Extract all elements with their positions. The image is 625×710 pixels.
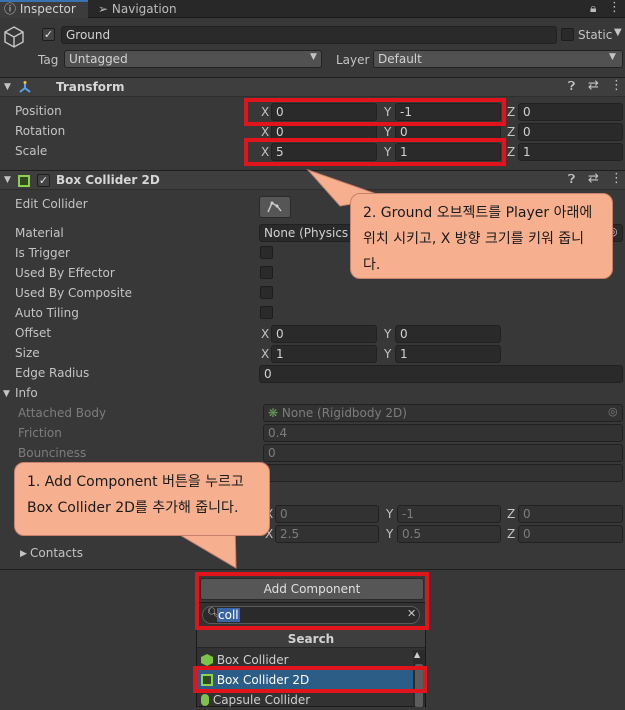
- foldout-arrow-icon[interactable]: ▼: [4, 82, 11, 92]
- lock-icon[interactable]: 🔒︎: [590, 1, 596, 16]
- more-menu-icon[interactable]: ⋮: [608, 0, 621, 15]
- used-by-composite-checkbox[interactable]: [260, 286, 273, 299]
- used-by-effector-checkbox[interactable]: [260, 266, 273, 279]
- is-trigger-label: Is Trigger: [15, 246, 70, 260]
- highlight-position: [244, 98, 506, 126]
- offset-x-field[interactable]: 0: [271, 325, 377, 343]
- tag-label: Tag: [38, 53, 59, 67]
- search-header: Search: [197, 630, 425, 648]
- object-picker-icon: ◎: [608, 405, 618, 418]
- layer-label: Layer: [336, 53, 370, 67]
- scale-z-field[interactable]: 1: [518, 143, 623, 161]
- highlight-add-component: [195, 572, 429, 630]
- auto-tiling-checkbox[interactable]: [260, 306, 273, 319]
- more-menu-icon[interactable]: ⋮: [610, 78, 623, 93]
- size-label: Size: [15, 346, 40, 360]
- box-collider-title: Box Collider 2D: [56, 173, 160, 187]
- tab-inspector[interactable]: ⓘ Inspector: [0, 0, 88, 18]
- bounciness-label: Bounciness: [18, 446, 87, 460]
- rigidbody-icon: ❋: [268, 406, 279, 420]
- gameobject-name-field[interactable]: Ground: [61, 26, 557, 44]
- edge-radius-label: Edge Radius: [15, 366, 90, 380]
- position-z-field[interactable]: 0: [518, 103, 623, 121]
- box-collider-3d-icon: [201, 654, 213, 666]
- active-checkbox[interactable]: ✓: [42, 28, 55, 41]
- edge-radius-field[interactable]: 0: [259, 365, 623, 383]
- bounds-row2-z-field: 0: [518, 525, 623, 543]
- used-by-effector-label: Used By Effector: [15, 266, 115, 280]
- capsule-collider-icon: [201, 694, 209, 706]
- more-menu-icon[interactable]: ⋮: [610, 171, 623, 186]
- friction-label: Friction: [18, 426, 62, 440]
- callout-2: 2. Ground 오브젝트를 Player 아래에 위치 시키고, X 방향 …: [350, 193, 613, 279]
- navigation-icon: ➢: [98, 2, 109, 16]
- foldout-arrow-right-icon[interactable]: ▶: [20, 549, 27, 559]
- attached-body-label: Attached Body: [18, 406, 107, 420]
- scale-label: Scale: [15, 144, 48, 158]
- rotation-label: Rotation: [15, 124, 66, 138]
- preset-icon[interactable]: ⇄: [588, 78, 599, 93]
- cube-icon: [2, 24, 26, 50]
- size-y-field[interactable]: 1: [395, 345, 501, 363]
- bounds-row2-x-field: 2.5: [275, 525, 379, 543]
- chevron-down-icon[interactable]: ▼: [614, 27, 622, 38]
- info-field: [263, 464, 623, 482]
- foldout-arrow-icon[interactable]: ▼: [4, 175, 11, 185]
- preset-icon[interactable]: ⇄: [588, 171, 599, 186]
- friction-field: 0.4: [263, 424, 623, 442]
- result-capsule-collider[interactable]: Capsule Collider: [197, 690, 413, 710]
- tab-navigation[interactable]: ➢ Navigation: [94, 0, 194, 18]
- chevron-down-icon: ▼: [310, 52, 317, 62]
- help-icon[interactable]: ❓︎: [568, 172, 575, 187]
- highlight-scale: [244, 138, 506, 166]
- size-x-field[interactable]: 1: [271, 345, 377, 363]
- box-collider-enabled-checkbox[interactable]: ✓: [37, 174, 50, 187]
- transform-title: Transform: [56, 80, 125, 94]
- bounciness-field: 0: [263, 444, 623, 462]
- used-by-composite-label: Used By Composite: [15, 286, 133, 300]
- callout-1: 1. Add Component 버튼을 누르고 Box Collider 2D…: [14, 462, 270, 536]
- bounds-row1-z-field: 0: [518, 505, 623, 523]
- bounds-row1-y-field: -1: [397, 505, 501, 523]
- static-label: Static: [578, 28, 613, 42]
- static-checkbox[interactable]: [561, 28, 574, 41]
- rotation-z-field[interactable]: 0: [518, 123, 623, 141]
- edit-collider-label: Edit Collider: [15, 197, 88, 211]
- layer-dropdown[interactable]: Default: [373, 50, 623, 68]
- info-label[interactable]: Info: [15, 386, 38, 400]
- edit-collider-button[interactable]: [259, 196, 291, 218]
- help-icon[interactable]: ❓︎: [568, 79, 575, 94]
- highlight-box-collider-2d: [193, 666, 427, 693]
- chevron-down-icon: ▼: [609, 52, 616, 62]
- divider: [0, 569, 625, 570]
- material-label: Material: [15, 226, 64, 240]
- edit-collider-icon: [267, 201, 282, 213]
- tag-dropdown[interactable]: Untagged: [64, 50, 322, 68]
- bounds-row1-x-field: 0: [275, 505, 379, 523]
- offset-y-field[interactable]: 0: [395, 325, 501, 343]
- position-label: Position: [15, 104, 62, 118]
- is-trigger-checkbox[interactable]: [260, 246, 273, 259]
- foldout-arrow-icon[interactable]: ▼: [3, 389, 10, 399]
- contacts-label[interactable]: Contacts: [30, 546, 83, 560]
- box-collider-icon: [18, 175, 30, 187]
- attached-body-field: ❋ None (Rigidbody 2D): [263, 404, 623, 422]
- info-icon: ⓘ: [4, 2, 17, 16]
- scroll-up-icon[interactable]: ▲: [414, 650, 420, 659]
- bounds-row2-y-field: 0.5: [397, 525, 501, 543]
- auto-tiling-label: Auto Tiling: [15, 306, 79, 320]
- offset-label: Offset: [15, 326, 52, 340]
- transform-icon: [18, 80, 32, 94]
